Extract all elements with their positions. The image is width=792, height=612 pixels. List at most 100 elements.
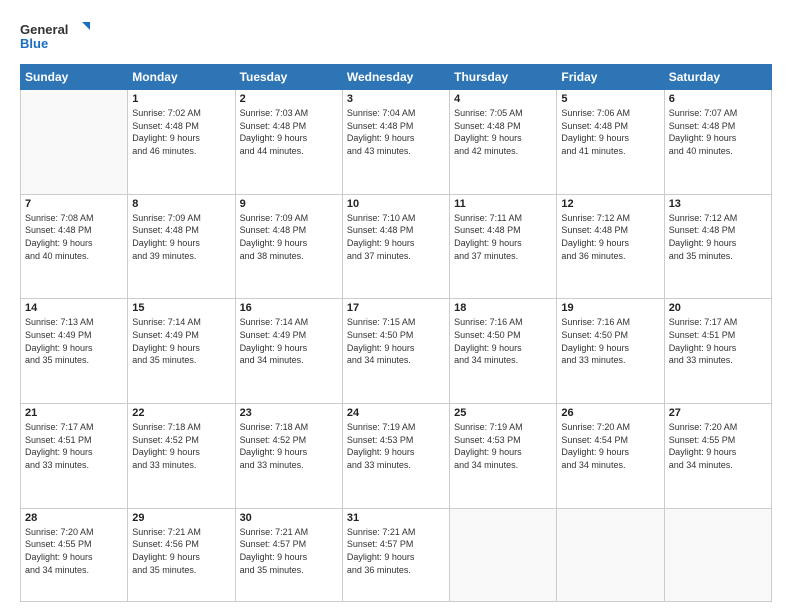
day-info: Sunrise: 7:17 AMSunset: 4:51 PMDaylight:… xyxy=(25,421,123,471)
day-info: Sunrise: 7:07 AMSunset: 4:48 PMDaylight:… xyxy=(669,107,767,157)
calendar-cell: 8 Sunrise: 7:09 AMSunset: 4:48 PMDaylight… xyxy=(128,194,235,299)
day-info: Sunrise: 7:15 AMSunset: 4:50 PMDaylight:… xyxy=(347,316,445,366)
weekday-header-row: SundayMondayTuesdayWednesdayThursdayFrid… xyxy=(21,65,772,90)
calendar-cell: 11 Sunrise: 7:11 AMSunset: 4:48 PMDayligh… xyxy=(450,194,557,299)
day-info: Sunrise: 7:03 AMSunset: 4:48 PMDaylight:… xyxy=(240,107,338,157)
svg-text:General: General xyxy=(20,22,68,37)
day-info: Sunrise: 7:13 AMSunset: 4:49 PMDaylight:… xyxy=(25,316,123,366)
weekday-thursday: Thursday xyxy=(450,65,557,90)
calendar-cell: 26 Sunrise: 7:20 AMSunset: 4:54 PMDayligh… xyxy=(557,404,664,509)
day-number: 8 xyxy=(132,198,230,210)
weekday-tuesday: Tuesday xyxy=(235,65,342,90)
day-info: Sunrise: 7:16 AMSunset: 4:50 PMDaylight:… xyxy=(454,316,552,366)
day-info: Sunrise: 7:14 AMSunset: 4:49 PMDaylight:… xyxy=(132,316,230,366)
calendar-cell: 14 Sunrise: 7:13 AMSunset: 4:49 PMDayligh… xyxy=(21,299,128,404)
day-number: 11 xyxy=(454,198,552,210)
day-number: 27 xyxy=(669,407,767,419)
day-info: Sunrise: 7:05 AMSunset: 4:48 PMDaylight:… xyxy=(454,107,552,157)
calendar-cell: 18Sunrise: 7:16 AMSunset: 4:50 PMDayligh… xyxy=(450,299,557,404)
calendar-cell: 23 Sunrise: 7:18 AMSunset: 4:52 PMDayligh… xyxy=(235,404,342,509)
calendar-cell xyxy=(557,508,664,601)
page: General Blue SundayMondayTuesdayWednesda… xyxy=(0,0,792,612)
day-info: Sunrise: 7:21 AMSunset: 4:57 PMDaylight:… xyxy=(347,526,445,576)
day-info: Sunrise: 7:20 AMSunset: 4:54 PMDaylight:… xyxy=(561,421,659,471)
day-number: 22 xyxy=(132,407,230,419)
day-number: 30 xyxy=(240,512,338,524)
calendar-cell: 9 Sunrise: 7:09 AMSunset: 4:48 PMDaylight… xyxy=(235,194,342,299)
calendar-cell: 17 Sunrise: 7:15 AMSunset: 4:50 PMDayligh… xyxy=(342,299,449,404)
day-number: 7 xyxy=(25,198,123,210)
day-info: Sunrise: 7:21 AMSunset: 4:57 PMDaylight:… xyxy=(240,526,338,576)
day-number: 19 xyxy=(561,302,659,314)
day-number: 17 xyxy=(347,302,445,314)
day-info: Sunrise: 7:14 AMSunset: 4:49 PMDaylight:… xyxy=(240,316,338,366)
calendar-cell: 25Sunrise: 7:19 AMSunset: 4:53 PMDayligh… xyxy=(450,404,557,509)
day-number: 9 xyxy=(240,198,338,210)
calendar-cell: 28 Sunrise: 7:20 AMSunset: 4:55 PMDayligh… xyxy=(21,508,128,601)
weekday-friday: Friday xyxy=(557,65,664,90)
day-number: 29 xyxy=(132,512,230,524)
day-number: 24 xyxy=(347,407,445,419)
day-number: 13 xyxy=(669,198,767,210)
day-number: 12 xyxy=(561,198,659,210)
calendar-cell: 3 Sunrise: 7:04 AMSunset: 4:48 PMDaylight… xyxy=(342,90,449,195)
week-row-2: 14 Sunrise: 7:13 AMSunset: 4:49 PMDayligh… xyxy=(21,299,772,404)
day-info: Sunrise: 7:10 AMSunset: 4:48 PMDaylight:… xyxy=(347,212,445,262)
day-info: Sunrise: 7:09 AMSunset: 4:48 PMDaylight:… xyxy=(132,212,230,262)
day-number: 20 xyxy=(669,302,767,314)
day-info: Sunrise: 7:02 AMSunset: 4:48 PMDaylight:… xyxy=(132,107,230,157)
header: General Blue xyxy=(20,18,772,56)
day-number: 10 xyxy=(347,198,445,210)
day-info: Sunrise: 7:11 AMSunset: 4:48 PMDaylight:… xyxy=(454,212,552,262)
calendar-cell: 24 Sunrise: 7:19 AMSunset: 4:53 PMDayligh… xyxy=(342,404,449,509)
day-number: 2 xyxy=(240,93,338,105)
day-number: 14 xyxy=(25,302,123,314)
day-number: 1 xyxy=(132,93,230,105)
day-number: 21 xyxy=(25,407,123,419)
calendar-cell: 15 Sunrise: 7:14 AMSunset: 4:49 PMDayligh… xyxy=(128,299,235,404)
logo-svg: General Blue xyxy=(20,18,90,56)
calendar-cell: 22Sunrise: 7:18 AMSunset: 4:52 PMDayligh… xyxy=(128,404,235,509)
day-number: 15 xyxy=(132,302,230,314)
day-info: Sunrise: 7:06 AMSunset: 4:48 PMDaylight:… xyxy=(561,107,659,157)
day-number: 4 xyxy=(454,93,552,105)
weekday-sunday: Sunday xyxy=(21,65,128,90)
weekday-wednesday: Wednesday xyxy=(342,65,449,90)
day-number: 16 xyxy=(240,302,338,314)
day-number: 5 xyxy=(561,93,659,105)
calendar-cell xyxy=(664,508,771,601)
calendar-cell: 2 Sunrise: 7:03 AMSunset: 4:48 PMDaylight… xyxy=(235,90,342,195)
calendar-body: 1 Sunrise: 7:02 AMSunset: 4:48 PMDaylight… xyxy=(21,90,772,602)
svg-text:Blue: Blue xyxy=(20,36,48,51)
calendar-cell xyxy=(450,508,557,601)
calendar-cell: 19Sunrise: 7:16 AMSunset: 4:50 PMDayligh… xyxy=(557,299,664,404)
calendar-cell: 30 Sunrise: 7:21 AMSunset: 4:57 PMDayligh… xyxy=(235,508,342,601)
day-number: 6 xyxy=(669,93,767,105)
day-number: 28 xyxy=(25,512,123,524)
week-row-1: 7Sunrise: 7:08 AMSunset: 4:48 PMDaylight… xyxy=(21,194,772,299)
calendar-cell: 13 Sunrise: 7:12 AMSunset: 4:48 PMDayligh… xyxy=(664,194,771,299)
calendar-cell: 6 Sunrise: 7:07 AMSunset: 4:48 PMDaylight… xyxy=(664,90,771,195)
week-row-4: 28 Sunrise: 7:20 AMSunset: 4:55 PMDayligh… xyxy=(21,508,772,601)
day-info: Sunrise: 7:19 AMSunset: 4:53 PMDaylight:… xyxy=(454,421,552,471)
calendar-cell xyxy=(21,90,128,195)
day-number: 3 xyxy=(347,93,445,105)
calendar-cell: 27 Sunrise: 7:20 AMSunset: 4:55 PMDayligh… xyxy=(664,404,771,509)
calendar-cell: 20Sunrise: 7:17 AMSunset: 4:51 PMDayligh… xyxy=(664,299,771,404)
calendar-cell: 16 Sunrise: 7:14 AMSunset: 4:49 PMDayligh… xyxy=(235,299,342,404)
day-info: Sunrise: 7:18 AMSunset: 4:52 PMDaylight:… xyxy=(240,421,338,471)
day-number: 23 xyxy=(240,407,338,419)
day-info: Sunrise: 7:09 AMSunset: 4:48 PMDaylight:… xyxy=(240,212,338,262)
day-info: Sunrise: 7:12 AMSunset: 4:48 PMDaylight:… xyxy=(669,212,767,262)
calendar-cell: 10 Sunrise: 7:10 AMSunset: 4:48 PMDayligh… xyxy=(342,194,449,299)
day-info: Sunrise: 7:20 AMSunset: 4:55 PMDaylight:… xyxy=(669,421,767,471)
day-number: 26 xyxy=(561,407,659,419)
day-info: Sunrise: 7:19 AMSunset: 4:53 PMDaylight:… xyxy=(347,421,445,471)
calendar-cell: 7Sunrise: 7:08 AMSunset: 4:48 PMDaylight… xyxy=(21,194,128,299)
logo: General Blue xyxy=(20,18,90,56)
week-row-3: 21 Sunrise: 7:17 AMSunset: 4:51 PMDayligh… xyxy=(21,404,772,509)
weekday-monday: Monday xyxy=(128,65,235,90)
calendar-cell: 4 Sunrise: 7:05 AMSunset: 4:48 PMDaylight… xyxy=(450,90,557,195)
day-info: Sunrise: 7:20 AMSunset: 4:55 PMDaylight:… xyxy=(25,526,123,576)
day-info: Sunrise: 7:04 AMSunset: 4:48 PMDaylight:… xyxy=(347,107,445,157)
